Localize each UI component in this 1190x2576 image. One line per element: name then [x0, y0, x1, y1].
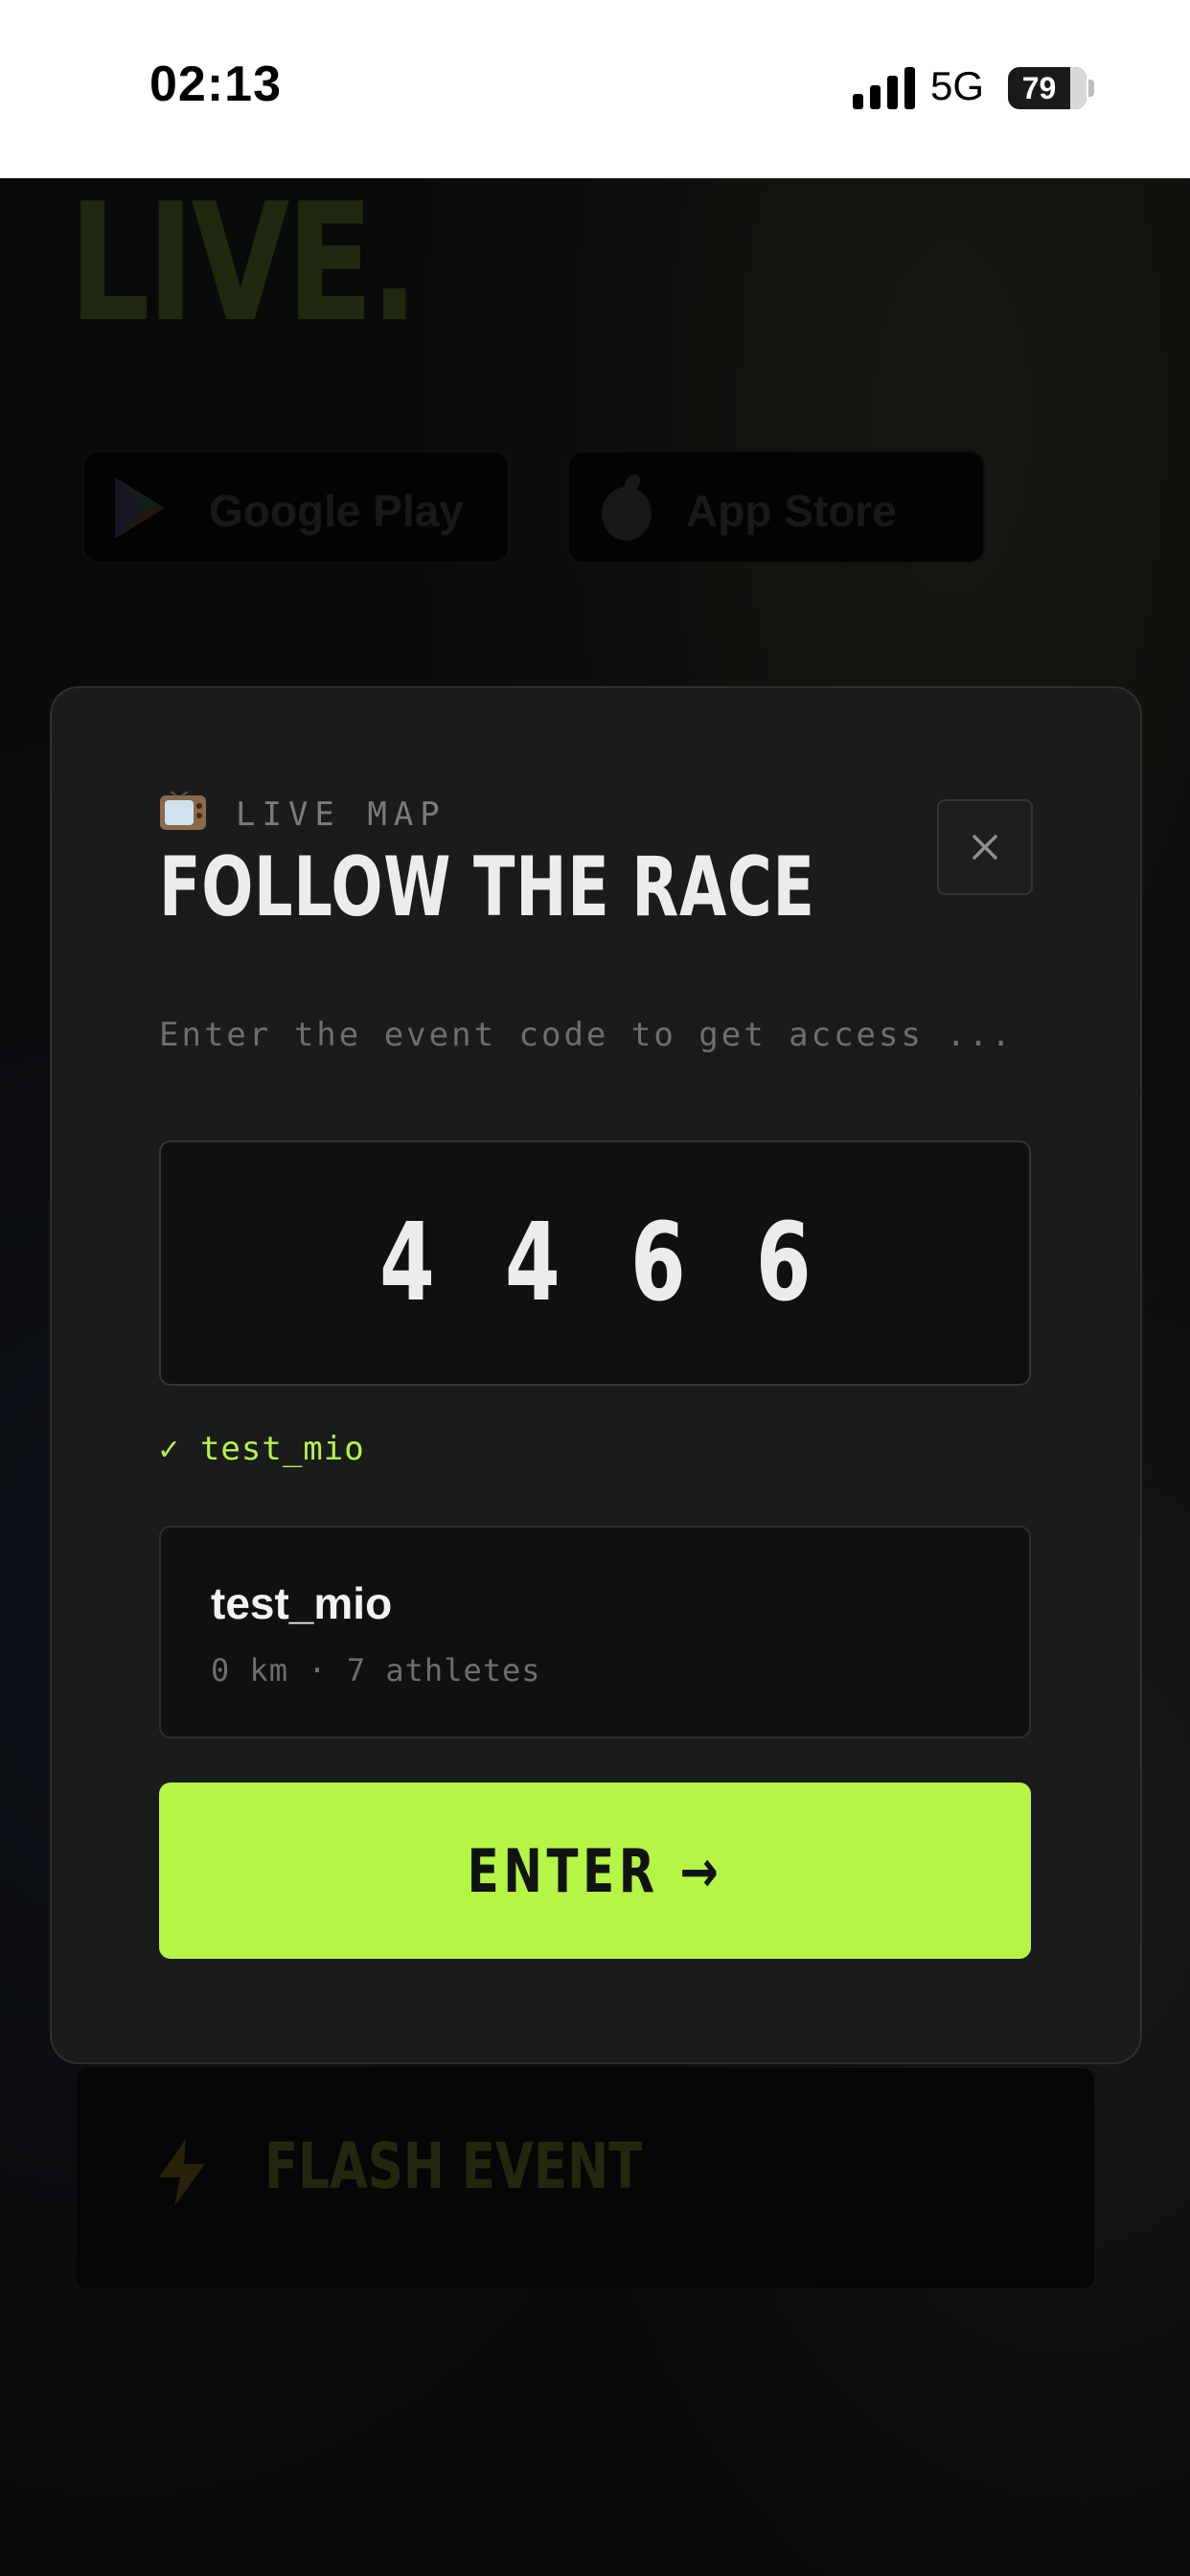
close-icon [973, 835, 997, 860]
enter-button-label: ENTER → [467, 1835, 723, 1906]
battery-icon: 79 [1008, 67, 1087, 109]
enter-button[interactable]: ENTER → [159, 1782, 1031, 1959]
live-map-modal: LIVE MAP FOLLOW THE RACE Enter the event… [50, 686, 1142, 2064]
battery-level: 79 [1021, 71, 1057, 105]
modal-kicker: LIVE MAP [236, 795, 446, 834]
event-preview-card[interactable]: test_mio 0 km · 7 athletes [159, 1526, 1031, 1738]
battery-nub [1088, 80, 1094, 97]
status-time: 02:13 [149, 57, 282, 112]
event-name: test_mio [211, 1578, 393, 1628]
television-icon [160, 792, 206, 830]
cellular-signal-icon [853, 67, 915, 109]
event-code-input[interactable]: 4 4 6 6 [159, 1140, 1031, 1386]
status-bar: 02:13 5G 79 [0, 0, 1190, 178]
modal-instruction: Enter the event code to get access ... [159, 1016, 1014, 1054]
close-button[interactable] [937, 799, 1033, 895]
event-meta: 0 km · 7 athletes [211, 1652, 541, 1689]
modal-title: FOLLOW THE RACE [159, 840, 815, 935]
network-type-label: 5G [930, 63, 985, 108]
event-code-value: 4 4 6 6 [378, 1201, 833, 1325]
code-validation-status: ✓ test_mio [159, 1430, 365, 1468]
